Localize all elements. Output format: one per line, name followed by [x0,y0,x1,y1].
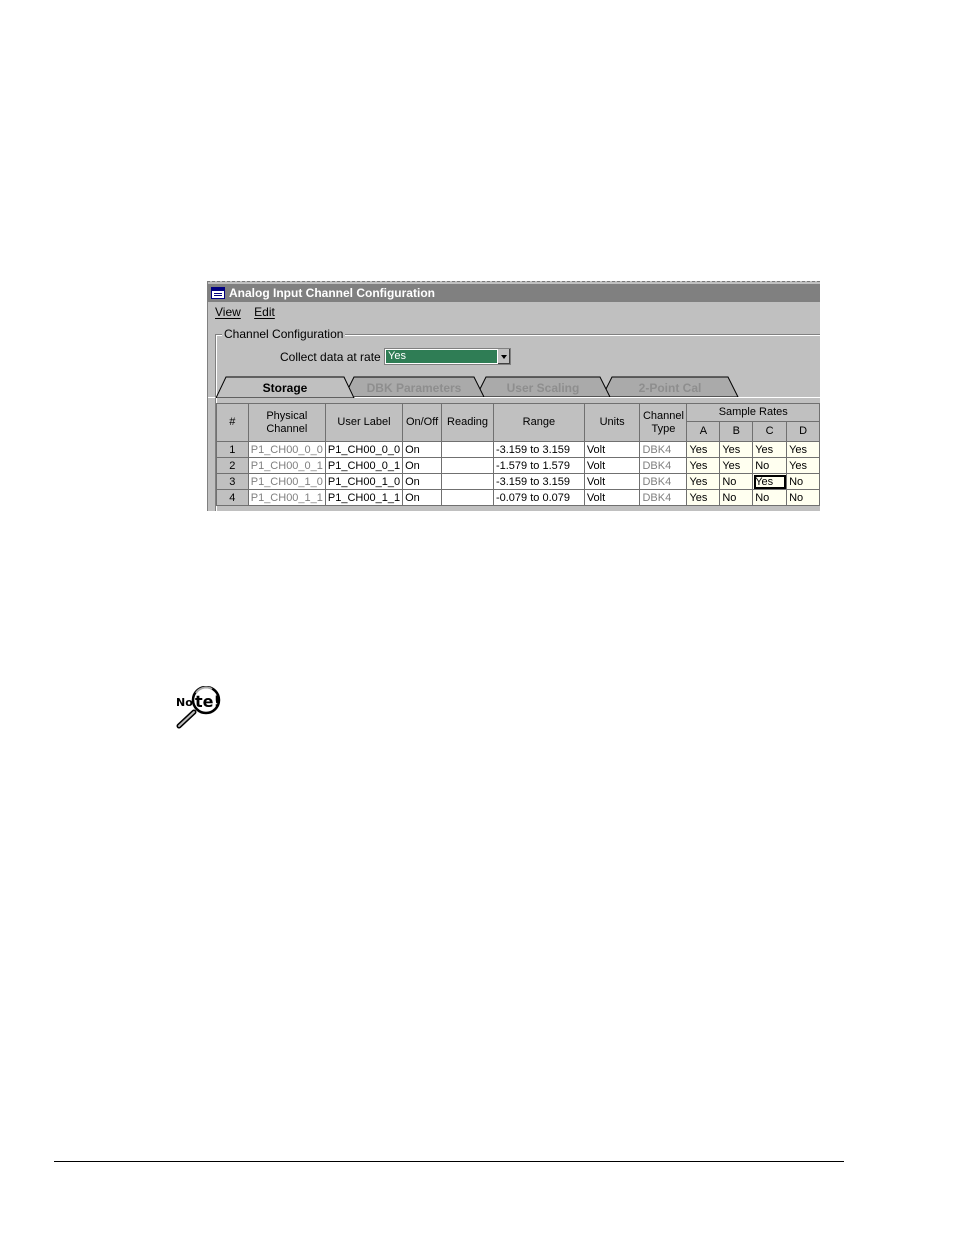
group-legend: Channel Configuration [222,327,346,341]
rate-c-cell[interactable]: Yes [752,441,788,458]
row-number[interactable]: 3 [216,473,249,490]
table-row[interactable]: 2 P1_CH00_0_1 P1_CH00_0_1 On -1.579 to 1… [216,457,820,474]
header-user-label[interactable]: User Label [324,403,404,442]
note-logo-small: No [176,696,193,709]
header-sample-rates: Sample Rates [686,403,820,422]
window-title: Analog Input Channel Configuration [229,286,435,300]
tab-storage[interactable]: Storage [226,381,344,395]
channel-table: # Physical Channel User Label On/Off Rea… [216,403,820,506]
tab-dbk-parameters[interactable]: DBK Parameters [354,381,474,395]
table-row[interactable]: 1 P1_CH00_0_0 P1_CH00_0_0 On -3.159 to 3… [216,441,820,458]
table-row[interactable]: 3 P1_CH00_1_0 P1_CH00_1_0 On -3.159 to 3… [216,473,820,490]
header-num[interactable]: # [216,403,249,442]
physical-channel-cell: P1_CH00_1_1 [247,489,326,506]
physical-channel-cell: P1_CH00_0_1 [247,457,326,474]
row-number[interactable]: 1 [216,441,249,458]
menu-edit[interactable]: Edit [254,305,275,319]
header-rate-d[interactable]: D [786,421,820,442]
table-row[interactable]: 4 P1_CH00_1_1 P1_CH00_1_1 On -0.079 to 0… [216,489,820,506]
rate-b-cell[interactable]: No [719,489,754,506]
reading-cell [441,441,494,458]
range-cell[interactable]: -3.159 to 3.159 [492,473,585,490]
range-cell[interactable]: -0.079 to 0.079 [492,489,585,506]
physical-channel-cell: P1_CH00_1_0 [247,473,326,490]
chevron-down-icon[interactable] [497,349,510,364]
channel-type-cell: DBK4 [639,457,688,474]
rate-d-cell[interactable]: Yes [786,457,820,474]
tab-2-point-cal[interactable]: 2-Point Cal [612,381,728,395]
rate-b-cell[interactable]: No [719,473,754,490]
on-off-cell[interactable]: On [402,457,443,474]
reading-cell [441,489,494,506]
user-label-cell[interactable]: P1_CH00_0_1 [324,457,404,474]
note-logo-large: te! [195,692,221,711]
footer-rule [54,1161,844,1162]
rate-a-cell[interactable]: Yes [686,489,721,506]
channel-type-cell: DBK4 [639,441,688,458]
header-range[interactable]: Range [492,403,585,442]
menu-view[interactable]: View [215,305,241,319]
rate-a-cell[interactable]: Yes [686,441,721,458]
rate-a-cell[interactable]: Yes [686,457,721,474]
screenshot-window: Analog Input Channel Configuration View … [207,281,820,511]
header-reading[interactable]: Reading [441,403,494,442]
units-cell[interactable]: Volt [583,457,641,474]
header-on-off[interactable]: On/Off [402,403,443,442]
rate-c-cell[interactable]: No [752,489,788,506]
magnifier-handle-highlight [178,711,195,727]
menu-bar: View Edit [215,305,285,321]
rate-d-cell[interactable]: Yes [786,441,820,458]
header-channel-type[interactable]: Channel Type [639,403,688,442]
rate-c-cell[interactable]: No [752,457,788,474]
note-magnifier-icon: No te! [176,686,221,729]
physical-channel-cell: P1_CH00_0_0 [247,441,326,458]
header-rate-c[interactable]: C [752,421,788,442]
row-number[interactable]: 2 [216,457,249,474]
header-rate-a[interactable]: A [686,421,721,442]
rate-b-cell[interactable]: Yes [719,441,754,458]
range-cell[interactable]: -1.579 to 1.579 [492,457,585,474]
tab-strip: Storage DBK Parameters User Scaling 2-Po… [208,376,820,398]
reading-cell [441,473,494,490]
units-cell[interactable]: Volt [583,489,641,506]
range-cell[interactable]: -3.159 to 3.159 [492,441,585,458]
rate-d-cell[interactable]: No [786,473,820,490]
user-label-cell[interactable]: P1_CH00_1_1 [324,489,404,506]
units-cell[interactable]: Volt [583,441,641,458]
rate-a-cell[interactable]: Yes [686,473,721,490]
collect-rate-select[interactable]: Yes [384,348,511,365]
on-off-cell[interactable]: On [402,473,443,490]
user-label-cell[interactable]: P1_CH00_0_0 [324,441,404,458]
channel-type-cell: DBK4 [639,489,688,506]
header-physical-channel[interactable]: Physical Channel [247,403,326,442]
header-units[interactable]: Units [583,403,641,442]
on-off-cell[interactable]: On [402,441,443,458]
user-label-cell[interactable]: P1_CH00_1_0 [324,473,404,490]
channel-type-cell: DBK4 [639,473,688,490]
tab-user-scaling[interactable]: User Scaling [486,381,600,395]
header-rate-b[interactable]: B [719,421,754,442]
reading-cell [441,457,494,474]
row-number[interactable]: 4 [216,489,249,506]
channel-grid: # Physical Channel User Label On/Off Rea… [216,403,820,511]
rate-c-cell-focused[interactable]: Yes [752,473,788,490]
units-cell[interactable]: Volt [583,473,641,490]
collect-rate-label: Collect data at rate C: [280,350,397,364]
collect-rate-value: Yes [386,350,498,363]
on-off-cell[interactable]: On [402,489,443,506]
window-titlebar[interactable]: Analog Input Channel Configuration [208,284,820,302]
rate-b-cell[interactable]: Yes [719,457,754,474]
rate-d-cell[interactable]: No [786,489,820,506]
window-app-icon [211,287,225,299]
